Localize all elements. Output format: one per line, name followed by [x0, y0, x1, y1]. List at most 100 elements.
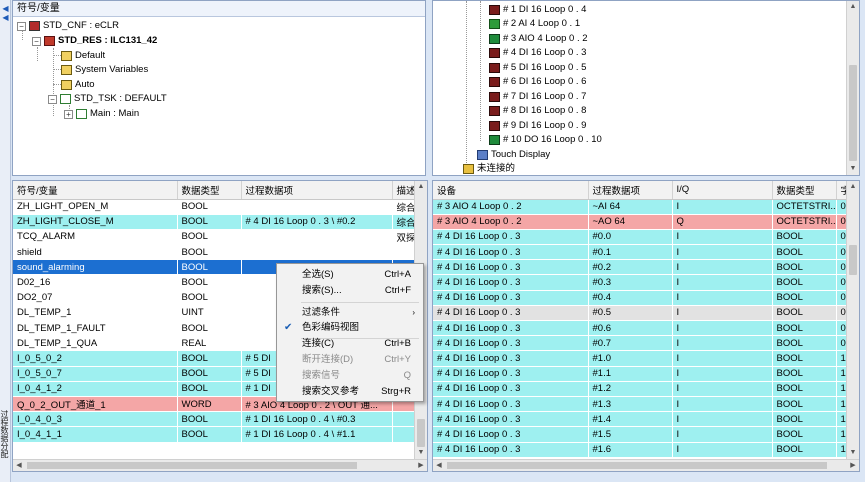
table-cell: shield [13, 244, 178, 261]
table-row[interactable]: # 3 AIO 4 Loop 0 . 2 ~AI 64 I OCTETSTRI... 0… [433, 199, 848, 215]
process-data-assignment-window: ◀ ◀ 过程数据分配 符号/变量 − STD_CNF : eCLR − STD_R… [0, 0, 865, 482]
table-row[interactable]: TCQ_ALARM BOOL 双探 [13, 229, 418, 246]
table-row[interactable]: # 4 DI 16 Loop 0 . 3#0.4IBOOL0. [433, 290, 848, 306]
table-cell: # 3 AIO 4 Loop 0 . 2 [433, 199, 589, 215]
table-row[interactable]: # 4 DI 16 Loop 0 . 3#1.3IBOOL1. [433, 396, 848, 413]
tree-node-module-8[interactable]: # 8 DI 16 Loop 0 . 8 [489, 104, 586, 118]
table-row[interactable]: # 4 DI 16 Loop 0 . 3#1.1IBOOL1. [433, 366, 848, 382]
table-row[interactable]: shield BOOL [13, 244, 418, 261]
table-row[interactable]: ZH_LIGHT_CLOSE_M BOOL # 4 DI 16 Loop 0 . 3… [13, 214, 418, 230]
table-cell: TCQ_ALARM [13, 229, 178, 246]
column-header-data-type[interactable]: 数据类型 [177, 181, 242, 200]
di-module-icon [489, 106, 500, 116]
table-row[interactable]: # 4 DI 16 Loop 0 . 3#0.5IBOOL0. [433, 305, 848, 322]
variables-icon [61, 51, 72, 61]
column-header-io[interactable]: I/Q [672, 181, 773, 200]
table-row[interactable]: # 4 DI 16 Loop 0 . 3#0.2IBOOL0. [433, 259, 848, 276]
tree-node-module-1[interactable]: # 1 DI 16 Loop 0 . 4 [489, 3, 586, 17]
tree-node-auto[interactable]: Auto [61, 78, 95, 92]
table-cell: WORD [177, 396, 242, 413]
table-cell: BOOL [772, 366, 837, 382]
menu-item-search[interactable]: 搜索(S)... Ctrl+F [277, 283, 423, 298]
menu-item-color-coded-view[interactable]: ✔ 色彩编码视图 [277, 320, 423, 335]
process-data-grid-vscrollbar[interactable]: ▲ ▼ [846, 181, 859, 459]
tree-node-std-cnf[interactable]: − STD_CNF : eCLR [17, 19, 119, 33]
menu-item-search-signal[interactable]: 搜索信号 Q [277, 368, 423, 383]
menu-item-cross-reference[interactable]: 搜索交叉参考 Strg+R [277, 384, 423, 399]
table-row[interactable]: # 4 DI 16 Loop 0 . 3#1.4IBOOL1. [433, 411, 848, 428]
tree-node-module-10[interactable]: # 10 DO 16 Loop 0 . 10 [489, 133, 602, 147]
tree-node-module-6[interactable]: # 6 DI 16 Loop 0 . 6 [489, 75, 586, 89]
table-cell: # 4 DI 16 Loop 0 . 3 [433, 229, 589, 246]
scroll-right-icon[interactable]: ▶ [847, 460, 859, 471]
table-row[interactable]: # 3 AIO 4 Loop 0 . 2 ~AO 64 Q OCTETSTRI... 0… [433, 214, 848, 230]
process-data-grid-hscrollbar[interactable]: ◀ ▶ [433, 459, 859, 471]
collapse-arrows-icon[interactable]: ◀ ◀ [1, 4, 10, 24]
table-cell: OCTETSTRI... [772, 214, 837, 230]
collapse-toggle-icon[interactable]: − [17, 21, 26, 31]
tree-node-module-9[interactable]: # 9 DI 16 Loop 0 . 9 [489, 119, 586, 133]
column-header-process-data-item[interactable]: 过程数据项 [241, 181, 393, 200]
scrollbar-thumb[interactable] [849, 65, 857, 161]
tree-node-std-tsk[interactable]: − STD_TSK : DEFAULT [48, 92, 167, 106]
scroll-down-icon[interactable]: ▼ [847, 447, 859, 459]
di-module-icon [489, 77, 500, 87]
table-row[interactable]: # 4 DI 16 Loop 0 . 3#0.6IBOOL0. [433, 320, 848, 337]
table-row[interactable]: ZH_LIGHT_OPEN_M BOOL 综合 [13, 199, 418, 215]
table-row[interactable]: # 4 DI 16 Loop 0 . 3#1.2IBOOL1. [433, 381, 848, 397]
tree-node-std-res[interactable]: − STD_RES : ILC131_42 [32, 34, 157, 48]
scroll-left-icon[interactable]: ◀ [13, 460, 25, 471]
table-cell: OCTETSTRI... [772, 199, 837, 215]
expand-toggle-icon[interactable]: + [64, 109, 73, 119]
tree-node-touch-display[interactable]: Touch Display [477, 148, 550, 162]
tree-node-main[interactable]: + Main : Main [64, 107, 139, 121]
table-cell: I [672, 411, 773, 428]
column-header-symbol[interactable]: 符号/变量 [13, 181, 178, 200]
tree-node-system-variables[interactable]: System Variables [61, 63, 148, 77]
device-tree-scrollbar[interactable]: ▲ ▼ [846, 1, 859, 175]
tree-node-unconnected[interactable]: 未连接的 [463, 162, 515, 176]
menu-item-select-all[interactable]: 全选(S) Ctrl+A [277, 267, 423, 282]
table-row[interactable]: # 4 DI 16 Loop 0 . 3#0.0IBOOL0. [433, 229, 848, 246]
table-cell: Q [672, 214, 773, 230]
table-row[interactable]: # 4 DI 16 Loop 0 . 3#0.7IBOOL0. [433, 335, 848, 352]
di-module-icon [489, 5, 500, 15]
menu-item-connect[interactable]: 连接(C) Ctrl+B [277, 336, 423, 351]
collapse-toggle-icon[interactable]: − [48, 94, 57, 104]
scroll-up-icon[interactable]: ▲ [415, 181, 427, 193]
scrollbar-thumb[interactable] [417, 419, 425, 447]
tree-node-default[interactable]: Default [61, 49, 105, 63]
table-cell: I [672, 320, 773, 337]
scroll-down-icon[interactable]: ▼ [415, 447, 427, 459]
table-row[interactable]: # 4 DI 16 Loop 0 . 3#1.5IBOOL1. [433, 426, 848, 443]
scrollbar-thumb[interactable] [27, 462, 357, 469]
table-cell: ~AO 64 [588, 214, 673, 230]
tree-node-module-5[interactable]: # 5 DI 16 Loop 0 . 5 [489, 61, 586, 75]
tree-node-module-2[interactable]: # 2 AI 4 Loop 0 . 1 [489, 17, 580, 31]
tree-node-module-4[interactable]: # 4 DI 16 Loop 0 . 3 [489, 46, 586, 60]
column-header-device[interactable]: 设备 [433, 181, 589, 200]
scroll-right-icon[interactable]: ▶ [415, 460, 427, 471]
table-row[interactable]: I_0_4_0_3 BOOL # 1 DI 16 Loop 0 . 4 \ #0.3 [13, 411, 418, 428]
scrollbar-thumb[interactable] [447, 462, 827, 469]
scroll-up-icon[interactable]: ▲ [847, 181, 859, 193]
tree-node-module-7[interactable]: # 7 DI 16 Loop 0 . 7 [489, 90, 586, 104]
column-header-process-data-item[interactable]: 过程数据项 [588, 181, 673, 200]
table-cell: # 4 DI 16 Loop 0 . 3 [433, 244, 589, 261]
collapse-toggle-icon[interactable]: − [32, 36, 41, 46]
table-row[interactable]: # 4 DI 16 Loop 0 . 3#0.1IBOOL0. [433, 244, 848, 261]
table-row[interactable]: I_0_4_1_1 BOOL # 1 DI 16 Loop 0 . 4 \ #1.1 [13, 426, 418, 443]
menu-item-disconnect[interactable]: 断开连接(D) Ctrl+Y [277, 352, 423, 367]
scrollbar-thumb[interactable] [849, 245, 857, 275]
table-cell: I [672, 229, 773, 246]
tree-node-module-3[interactable]: # 3 AIO 4 Loop 0 . 2 [489, 32, 588, 46]
variable-grid-hscrollbar[interactable]: ◀ ▶ [13, 459, 427, 471]
scroll-up-icon[interactable]: ▲ [847, 1, 859, 13]
column-header-data-type[interactable]: 数据类型 [772, 181, 837, 200]
table-row[interactable]: # 4 DI 16 Loop 0 . 3#1.6IBOOL1. [433, 442, 848, 458]
menu-item-filter[interactable]: 过滤条件 › [277, 305, 423, 320]
scroll-left-icon[interactable]: ◀ [433, 460, 445, 471]
table-row[interactable]: # 4 DI 16 Loop 0 . 3#1.0IBOOL1. [433, 350, 848, 367]
scroll-down-icon[interactable]: ▼ [847, 163, 859, 175]
table-row[interactable]: # 4 DI 16 Loop 0 . 3#0.3IBOOL0. [433, 274, 848, 291]
